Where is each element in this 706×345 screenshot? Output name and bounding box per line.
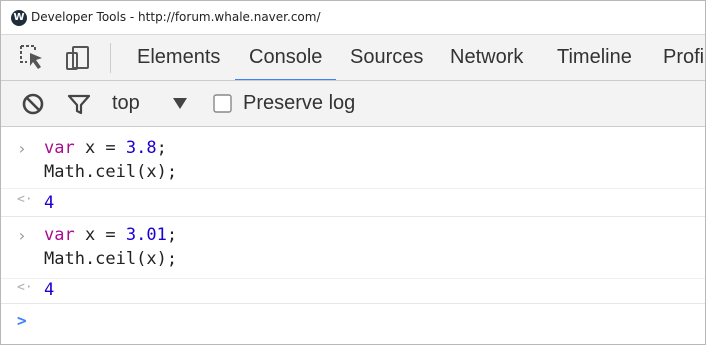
result-arrow-icon: <· [17,280,33,295]
whale-logo-icon: W [11,10,27,26]
console-prompt[interactable]: > [1,305,705,344]
result-value: 4 [44,193,55,213]
result-arrow-icon: <· [17,192,33,207]
result-value: 4 [44,280,55,300]
tab-network[interactable]: Network [436,35,537,80]
code-line: var x = 3.8; [44,138,167,158]
device-mode-icon[interactable] [64,44,92,72]
filter-icon[interactable] [67,92,91,116]
console-log[interactable]: › var x = 3.8; Math.ceil(x); <· 4 › var … [1,128,705,344]
tab-profiles[interactable]: Profi [649,35,705,80]
code-line: Math.ceil(x); [44,162,178,182]
tab-sources[interactable]: Sources [336,35,437,80]
tab-elements[interactable]: Elements [123,35,234,80]
preserve-log-checkbox[interactable] [213,94,232,113]
tab-timeline[interactable]: Timeline [543,35,646,80]
console-input-entry: › var x = 3.01; Math.ceil(x); [1,218,705,279]
context-selector[interactable]: top [112,92,140,115]
preserve-log-label[interactable]: Preserve log [243,92,355,115]
console-toolbar: top Preserve log [1,81,705,127]
console-result-entry: <· 4 [1,189,705,217]
console-input-entry: › var x = 3.8; Math.ceil(x); [1,128,705,189]
tab-console[interactable]: Console [235,35,337,80]
console-result-entry: <· 4 [1,276,705,304]
input-chevron-icon: › [17,226,27,245]
code-line: var x = 3.01; [44,225,178,245]
window-title: Developer Tools - http://forum.whale.nav… [31,10,321,24]
clear-console-icon[interactable] [21,92,45,116]
code-line: Math.ceil(x); [44,249,178,269]
prompt-chevron-icon: > [17,311,27,330]
devtools-window: W Developer Tools - http://forum.whale.n… [0,0,706,345]
title-bar: W Developer Tools - http://forum.whale.n… [1,1,705,34]
inspect-element-icon[interactable] [19,44,47,72]
input-chevron-icon: › [17,139,27,158]
toolbar-divider [110,43,111,73]
dropdown-arrow-icon[interactable] [173,98,187,110]
panel-tab-bar: Elements Console Sources Network Timelin… [1,34,705,81]
